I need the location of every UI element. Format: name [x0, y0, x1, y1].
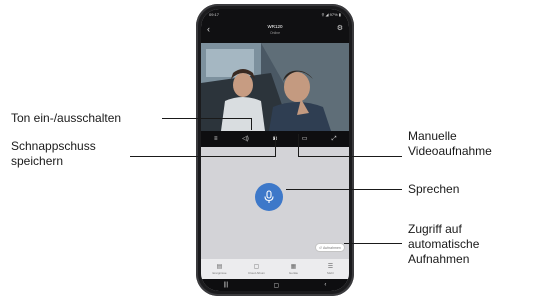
- recordings-label: Aufnahmen: [322, 245, 341, 250]
- nav-label-album: Cloud Album: [247, 270, 265, 275]
- nav-item-devices[interactable]: ▦ Geräte: [279, 264, 309, 275]
- gear-icon[interactable]: ⚙: [337, 24, 343, 34]
- microphone-icon: [264, 190, 274, 203]
- recent-apps-icon[interactable]: |||: [224, 282, 229, 288]
- nav-label-devices: Geräte: [288, 270, 299, 275]
- callout-toggle-sound: Ton ein-/ausschalten: [11, 111, 122, 125]
- talk-area: ↺ Aufnahmen: [201, 147, 349, 259]
- callout-video-line2: Videoaufnahme: [408, 144, 492, 158]
- callout-snapshot-line2: speichern: [11, 154, 64, 168]
- fullscreen-icon[interactable]: ⤢: [329, 134, 339, 144]
- record-icon[interactable]: ▭: [300, 134, 310, 144]
- callout-snapshot-line1: Schnappschuss: [11, 139, 96, 153]
- talk-button[interactable]: [255, 183, 283, 211]
- callout-auto-line1: Zugriff auf: [408, 222, 462, 236]
- callout-line-snapshot-vertical: [275, 134, 277, 157]
- system-nav-bar: ||| ▢ ‹: [201, 279, 349, 291]
- devices-icon: ▦: [290, 263, 297, 270]
- menu-icon: ☰: [327, 263, 334, 270]
- callout-line-speak: [286, 189, 402, 191]
- album-icon: ▢: [253, 263, 260, 270]
- settings-icon[interactable]: ≡: [211, 134, 221, 144]
- nav-label-more: Mehr: [327, 270, 334, 275]
- back-icon[interactable]: ‹: [324, 282, 326, 288]
- callout-line-snapshot: [130, 156, 276, 158]
- callout-line-video: [298, 156, 402, 158]
- nav-label-events: Ereignisse: [212, 270, 227, 275]
- callout-speak: Sprechen: [408, 182, 460, 196]
- speaker-icon[interactable]: ◁): [240, 134, 250, 144]
- status-bar: 09:17 ⚲ ◢ 97% ▮: [201, 9, 349, 19]
- callout-line-sound-vertical: [251, 118, 253, 130]
- callout-auto-line3: Aufnahmen: [408, 252, 470, 266]
- title-bar: ‹ WR120 Online ⚙: [201, 19, 349, 43]
- bottom-nav: ▤ Ereignisse ▢ Cloud Album ▦ Geräte ☰ Me…: [201, 259, 349, 279]
- callout-line-video-vertical: [298, 134, 300, 157]
- callout-auto-recordings: Zugriff auf automatische Aufnahmen: [408, 222, 479, 267]
- status-indicators: ⚲ ◢ 97% ▮: [321, 11, 341, 17]
- events-icon: ▤: [216, 263, 223, 270]
- nav-item-cloud-album[interactable]: ▢ Cloud Album: [242, 264, 272, 275]
- callout-manual-video: Manuelle Videoaufnahme: [408, 129, 492, 159]
- recordings-button[interactable]: ↺ Aufnahmen: [315, 243, 345, 252]
- home-icon[interactable]: ▢: [273, 282, 279, 289]
- callout-line-sound: [162, 118, 252, 120]
- device-status: Online: [269, 31, 281, 35]
- nav-item-more[interactable]: ☰ Mehr: [316, 264, 346, 275]
- status-time: 09:17: [209, 11, 220, 17]
- callout-video-line1: Manuelle: [408, 129, 457, 143]
- device-name: WR120: [267, 24, 283, 29]
- history-icon: ↺: [319, 245, 322, 250]
- callout-line-auto: [344, 243, 402, 245]
- callout-snapshot: Schnappschuss speichern: [11, 139, 96, 169]
- callout-auto-line2: automatische: [408, 237, 480, 251]
- nav-item-events[interactable]: ▤ Ereignisse: [205, 264, 235, 275]
